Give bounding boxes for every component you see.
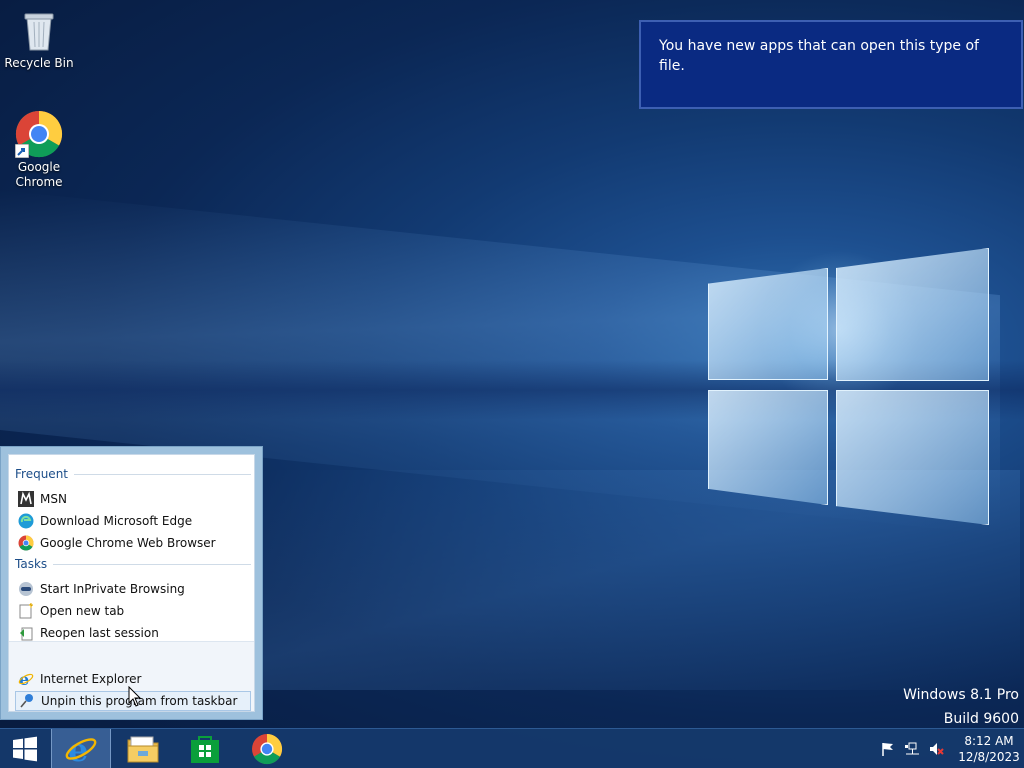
- taskbar-clock[interactable]: 8:12 AM 12/8/2023: [954, 733, 1024, 765]
- jumplist-tasks-header: Tasks: [15, 557, 251, 571]
- jumplist-item-label: Open new tab: [40, 604, 125, 618]
- desktop-icon-recycle-bin[interactable]: Recycle Bin: [1, 6, 77, 71]
- clock-date: 12/8/2023: [958, 750, 1020, 764]
- jumplist-frequent-header: Frequent: [15, 467, 251, 481]
- unpin-icon: [19, 693, 35, 709]
- watermark-edition: Windows 8.1 Pro: [903, 687, 1019, 703]
- recycle-bin-icon: [15, 6, 63, 54]
- jumplist-item-download-edge[interactable]: Download Microsoft Edge: [15, 511, 251, 531]
- jumplist-item-chrome[interactable]: Google Chrome Web Browser: [15, 533, 251, 553]
- start-button[interactable]: [0, 729, 50, 768]
- system-tray: 8:12 AM 12/8/2023: [876, 729, 1024, 768]
- chrome-icon: [18, 535, 34, 551]
- volume-muted-icon[interactable]: [926, 739, 946, 759]
- wallpaper-logo-pane: [836, 390, 989, 525]
- chrome-icon: [15, 110, 63, 158]
- ie-icon: e: [65, 732, 97, 766]
- wallpaper-logo-pane: [836, 248, 989, 381]
- jumplist-item-reopen-session[interactable]: Reopen last session: [15, 623, 251, 643]
- windows-logo-icon: [13, 736, 37, 762]
- chrome-icon: [252, 733, 283, 765]
- wallpaper-logo-pane: [708, 390, 828, 505]
- ie-icon: e: [18, 670, 34, 689]
- taskbar-button-chrome[interactable]: [237, 729, 297, 768]
- jumplist-item-label: Reopen last session: [40, 626, 159, 640]
- jumplist-item-label: Google Chrome Web Browser: [40, 536, 216, 550]
- wallpaper-logo-pane: [708, 268, 828, 380]
- taskbar-button-store[interactable]: [175, 729, 235, 768]
- new-tab-icon: [18, 603, 34, 619]
- folder-icon: [127, 736, 159, 763]
- flag-icon[interactable]: [878, 739, 898, 759]
- reopen-icon: [18, 625, 34, 641]
- taskbar-button-file-explorer[interactable]: [113, 729, 173, 768]
- jumplist-item-new-tab[interactable]: Open new tab: [15, 601, 251, 621]
- inprivate-icon: [18, 581, 34, 597]
- notification-text: You have new apps that can open this typ…: [659, 38, 979, 74]
- store-icon: [191, 736, 219, 763]
- desktop-icon-label: Google Chrome: [15, 160, 63, 189]
- jumplist-item-label: MSN: [40, 492, 67, 506]
- desktop-icon-google-chrome[interactable]: Google Chrome: [1, 110, 77, 190]
- jumplist-item-msn[interactable]: MSN: [15, 489, 251, 509]
- jumplist-item-label: Internet Explorer: [40, 672, 142, 686]
- taskbar: e 8:12 AM 12/8/2023: [0, 728, 1024, 768]
- edge-icon: [18, 513, 34, 529]
- desktop-icon-label: Recycle Bin: [4, 56, 74, 70]
- taskbar-button-internet-explorer[interactable]: e: [51, 729, 111, 768]
- mouse-cursor-icon: [128, 686, 142, 707]
- clock-time: 8:12 AM: [964, 734, 1014, 748]
- jumplist-item-inprivate[interactable]: Start InPrivate Browsing: [15, 579, 251, 599]
- jumplist-item-label: Download Microsoft Edge: [40, 514, 193, 528]
- network-icon[interactable]: [902, 739, 922, 759]
- msn-icon: [18, 491, 34, 507]
- jumplist-item-label: Start InPrivate Browsing: [40, 582, 185, 596]
- windows-build-watermark: Windows 8.1 Pro Build 9600: [903, 683, 1019, 731]
- new-apps-notification[interactable]: You have new apps that can open this typ…: [639, 20, 1023, 109]
- ie-jump-list: Frequent MSN Download Microsoft Edge Goo…: [0, 446, 263, 720]
